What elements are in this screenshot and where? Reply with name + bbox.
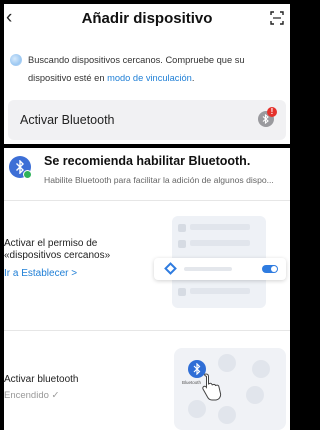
placeholder-row <box>190 288 250 294</box>
placeholder-circle <box>188 400 206 418</box>
placeholder-circle <box>218 406 236 424</box>
recommendation-title: Se recomienda habilitar Bluetooth. <box>44 154 251 168</box>
placeholder-icon <box>178 240 186 248</box>
warning-badge: ! <box>267 107 277 117</box>
divider <box>4 200 290 201</box>
check-badge-icon <box>23 170 32 179</box>
nearby-devices-toggle-illustration <box>154 258 286 280</box>
bluetooth-status: Encendido ✓ <box>4 390 60 401</box>
searching-indicator-icon <box>10 54 22 66</box>
nearby-devices-icon <box>164 262 177 275</box>
page-title: Añadir dispositivo <box>81 10 213 27</box>
placeholder-row <box>190 240 250 246</box>
nearby-devices-permission-label: Activar el permiso de «dispositivos cerc… <box>4 238 111 261</box>
placeholder-icon <box>178 224 186 232</box>
search-notice-text: Buscando dispositivos cercanos. Comprueb… <box>28 55 245 83</box>
enable-bluetooth-label: Activar Bluetooth <box>20 113 115 127</box>
recommendation-subtitle: Habilite Bluetooth para facilitar la adi… <box>44 175 274 185</box>
placeholder-circle <box>246 386 264 404</box>
header: ‹ Añadir dispositivo <box>4 4 290 34</box>
hand-tap-icon <box>202 373 222 401</box>
pairing-mode-link[interactable]: modo de vinculación <box>107 73 192 83</box>
screen: ‹ Añadir dispositivo Buscando dispositiv… <box>4 4 290 430</box>
enable-bluetooth-step-label: Activar bluetooth <box>4 374 79 385</box>
permission-illustration <box>154 216 286 310</box>
go-to-settings-link[interactable]: Ir a Establecer > <box>4 268 77 279</box>
placeholder-icon <box>178 288 186 296</box>
bluetooth-recommendation: Se recomienda habilitar Bluetooth. Habil… <box>4 148 290 198</box>
placeholder-row <box>190 224 250 230</box>
divider <box>4 330 290 331</box>
bluetooth-caption: Bluetooth <box>182 380 202 385</box>
placeholder-line <box>184 267 232 271</box>
enable-bluetooth-card[interactable]: Activar Bluetooth ! <box>8 100 286 140</box>
bluetooth-illustration: Bluetooth <box>174 348 286 430</box>
toggle-on-icon <box>262 265 278 273</box>
placeholder-circle <box>252 360 270 378</box>
scan-frame-icon[interactable] <box>270 11 284 25</box>
